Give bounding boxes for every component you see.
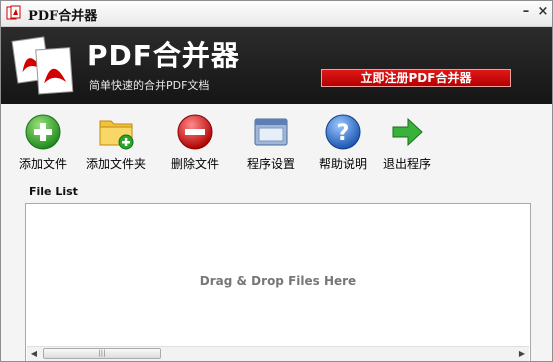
help-button[interactable]: ? 帮助说明	[315, 113, 371, 172]
exit-arrow-icon	[392, 117, 423, 147]
add-icon	[25, 114, 61, 150]
header-banner: PDF合并器 简单快速的合并PDF文档 立即注册PDF合并器	[1, 27, 552, 104]
horizontal-scrollbar[interactable]: ◀ ||| ▶	[27, 346, 529, 361]
settings-label: 程序设置	[246, 157, 295, 171]
add-folder-button[interactable]: 添加文件夹	[83, 113, 149, 172]
settings-button[interactable]: 程序设置	[243, 113, 299, 172]
remove-icon	[177, 114, 213, 150]
settings-window-icon	[254, 118, 288, 146]
drop-hint: Drag & Drop Files Here	[199, 274, 357, 288]
app-window: PDF合并器 – × PDF合并器 简单快速的合并PDF文档 立即注册PDF合并…	[0, 0, 553, 362]
add-folder-label: 添加文件夹	[85, 157, 146, 171]
app-name: PDF合并器	[87, 39, 240, 72]
tagline: 简单快速的合并PDF文档	[89, 79, 210, 92]
svg-text:?: ?	[337, 121, 350, 146]
file-list-panel[interactable]: Drag & Drop Files Here ◀ ||| ▶	[25, 203, 531, 361]
delete-file-label: 删除文件	[170, 157, 219, 171]
pdf-logo-icon	[11, 36, 74, 95]
exit-button[interactable]: 退出程序	[379, 113, 435, 172]
delete-file-button[interactable]: 删除文件	[167, 113, 223, 172]
file-list-title: File List	[29, 185, 78, 198]
add-file-button[interactable]: 添加文件	[15, 113, 71, 172]
window-title: PDF合并器	[28, 9, 98, 24]
scroll-right-icon[interactable]: ▶	[515, 347, 529, 361]
exit-label: 退出程序	[382, 157, 431, 171]
app-logo-icon	[6, 5, 21, 20]
toolbar: 添加文件 添加文件夹 删除文件 程序设置 ? 帮助说明 退出程序	[1, 105, 552, 177]
close-icon[interactable]: ×	[536, 4, 550, 20]
scroll-thumb[interactable]: |||	[43, 348, 161, 359]
help-label: 帮助说明	[318, 157, 367, 171]
scroll-left-icon[interactable]: ◀	[27, 347, 41, 361]
register-button[interactable]: 立即注册PDF合并器	[321, 69, 511, 87]
title-bar[interactable]: PDF合并器 – ×	[1, 1, 552, 27]
help-icon: ?	[325, 114, 361, 150]
add-file-label: 添加文件	[18, 157, 67, 171]
folder-add-icon	[99, 120, 134, 150]
minimize-icon[interactable]: –	[519, 4, 533, 20]
